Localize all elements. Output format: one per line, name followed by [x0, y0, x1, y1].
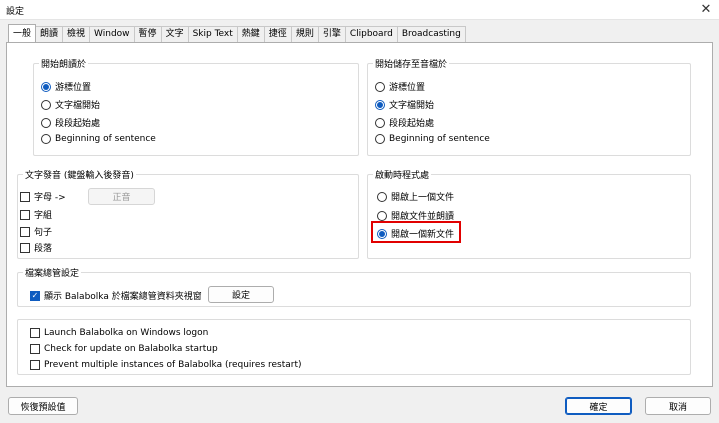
ok-button[interactable]: 確定: [565, 397, 632, 415]
radio-icon[interactable]: [41, 81, 51, 92]
check-update-option[interactable]: Check for update on Balabolka startup: [30, 344, 218, 354]
radio-icon[interactable]: [377, 210, 387, 221]
radio-icon[interactable]: [41, 99, 51, 110]
checkbox-checked-icon[interactable]: ✓: [30, 290, 40, 301]
tab-read[interactable]: 朗讀: [35, 26, 64, 42]
tab-view[interactable]: 檢視: [62, 26, 91, 42]
start-saving-group: 開始儲存至音檔於 游標位置 文字檔開始 段段起始處 Beginning of s…: [367, 57, 691, 156]
explorer-integration-option[interactable]: ✓ 顯示 Balabolka 於檔案總管資料夾視窗: [30, 289, 202, 302]
tab-broadcasting[interactable]: Broadcasting: [396, 26, 466, 42]
speech-item-word[interactable]: 字組: [20, 208, 52, 221]
tab-skip-text[interactable]: Skip Text: [187, 26, 238, 42]
explorer-settings-button[interactable]: 設定: [208, 286, 274, 303]
correct-pronunciation-button: 正音: [88, 188, 155, 205]
title-bar: 設定 ✕: [0, 0, 719, 20]
text-speech-group: 文字發音 (鍵盤輸入後發音) 字母 -> 字組 句子 段落 正音: [17, 168, 359, 259]
start-saving-option-paragraph[interactable]: 段段起始處: [375, 116, 434, 129]
tab-window[interactable]: Window: [89, 26, 135, 42]
startup-group: 啟動時程式處 開啟上一個文件 開啟文件並朗讀 開啟一個新文件: [367, 168, 691, 259]
tab-engine[interactable]: 引擎: [317, 26, 346, 42]
radio-icon[interactable]: [375, 81, 385, 92]
text-speech-title: 文字發音 (鍵盤輸入後發音): [23, 168, 136, 181]
tab-shortcuts[interactable]: 捷徑: [263, 26, 292, 42]
tab-clipboard[interactable]: Clipboard: [344, 26, 398, 42]
general-panel: 開始朗讀於 游標位置 文字檔開始 段段起始處 Beginning of sent…: [6, 42, 713, 387]
tab-general[interactable]: 一般: [8, 24, 37, 42]
speech-item-paragraph[interactable]: 段落: [20, 241, 52, 254]
restore-defaults-button[interactable]: 恢復預設值: [8, 397, 78, 415]
checkbox-icon[interactable]: [30, 328, 40, 338]
start-saving-option-file-start[interactable]: 文字檔開始: [375, 98, 434, 111]
radio-icon[interactable]: [375, 99, 385, 110]
window-title: 設定: [6, 7, 25, 17]
radio-icon[interactable]: [41, 134, 51, 144]
tab-pause[interactable]: 暫停: [133, 26, 162, 42]
radio-icon[interactable]: [375, 117, 385, 128]
selection-highlight: [371, 221, 461, 243]
start-reading-group: 開始朗讀於 游標位置 文字檔開始 段段起始處 Beginning of sent…: [33, 57, 359, 156]
start-saving-title: 開始儲存至音檔於: [373, 57, 450, 70]
single-instance-option[interactable]: Prevent multiple instances of Balabolka …: [30, 360, 302, 370]
start-reading-option-paragraph[interactable]: 段段起始處: [41, 116, 100, 129]
checkbox-icon[interactable]: [30, 360, 40, 370]
startup-option-last-doc[interactable]: 開啟上一個文件: [377, 190, 454, 203]
checkbox-icon[interactable]: [20, 226, 30, 237]
speech-item-sentence[interactable]: 句子: [20, 225, 52, 238]
checkbox-icon[interactable]: [20, 242, 30, 253]
radio-icon[interactable]: [41, 117, 51, 128]
tab-strip: 一般 朗讀 檢視 Window 暫停 文字 Skip Text 熱鍵 捷徑 規則…: [8, 24, 466, 42]
checkbox-icon[interactable]: [20, 191, 30, 202]
radio-icon[interactable]: [377, 191, 387, 202]
launch-on-logon-option[interactable]: Launch Balabolka on Windows logon: [30, 328, 208, 338]
start-reading-option-cursor[interactable]: 游標位置: [41, 80, 91, 93]
start-saving-option-cursor[interactable]: 游標位置: [375, 80, 425, 93]
tab-hotkeys[interactable]: 熱鍵: [236, 26, 265, 42]
tab-rules[interactable]: 規則: [290, 26, 319, 42]
file-manager-group: 檔案總管設定 ✓ 顯示 Balabolka 於檔案總管資料夾視窗 設定: [17, 266, 691, 307]
start-reading-option-file-start[interactable]: 文字檔開始: [41, 98, 100, 111]
checkbox-icon[interactable]: [30, 344, 40, 354]
checkbox-icon[interactable]: [20, 209, 30, 220]
start-reading-title: 開始朗讀於: [39, 57, 89, 70]
misc-options-group: Launch Balabolka on Windows logon Check …: [17, 319, 691, 375]
start-reading-option-sentence[interactable]: Beginning of sentence: [41, 134, 156, 144]
speech-item-letter[interactable]: 字母 ->: [20, 190, 66, 203]
close-icon[interactable]: ✕: [697, 1, 715, 19]
tab-text[interactable]: 文字: [160, 26, 189, 42]
startup-title: 啟動時程式處: [373, 168, 432, 181]
cancel-button[interactable]: 取消: [645, 397, 711, 415]
start-saving-option-sentence[interactable]: Beginning of sentence: [375, 134, 490, 144]
radio-icon[interactable]: [375, 134, 385, 144]
file-manager-title: 檔案總管設定: [23, 266, 82, 279]
